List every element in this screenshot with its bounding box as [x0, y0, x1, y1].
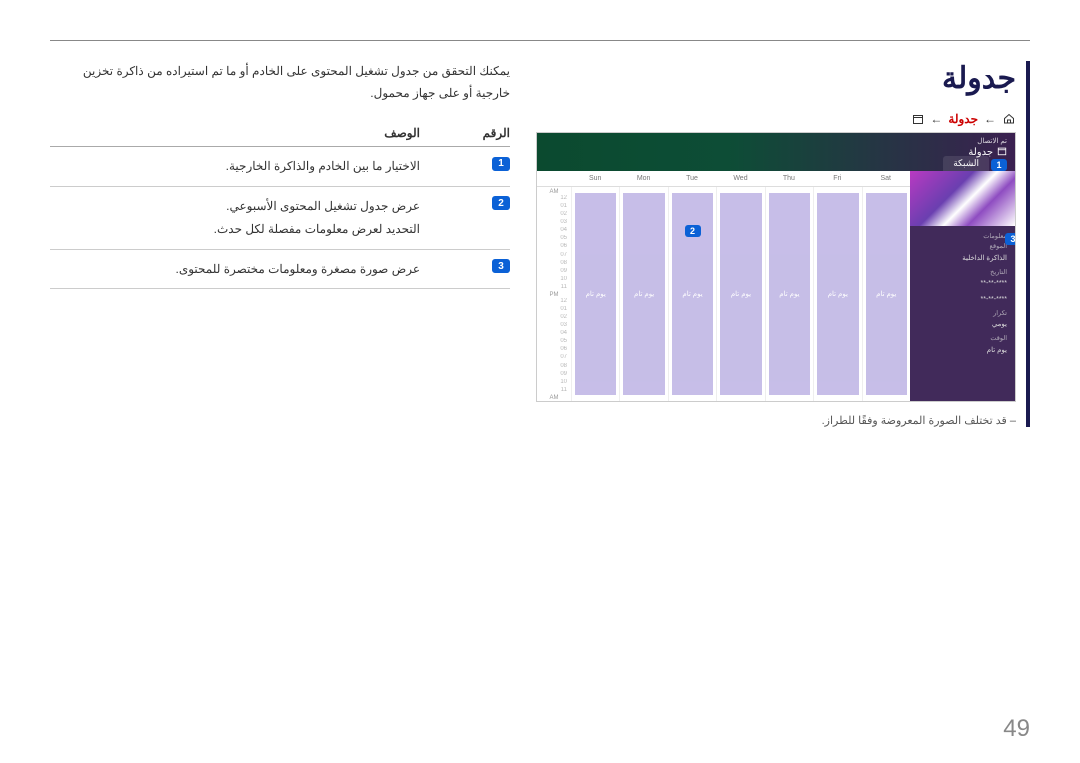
info-date-label: التاريخ: [918, 268, 1007, 278]
content-thumbnail: [910, 171, 1015, 226]
time-label: 09: [537, 371, 571, 379]
schedule-event[interactable]: يوم تام: [866, 193, 907, 395]
breadcrumb-step-schedule: جدولة: [948, 112, 978, 126]
time-label: 05: [537, 338, 571, 346]
time-label: 04: [537, 330, 571, 338]
info-time-label: الوقت: [918, 334, 1007, 344]
info-location-value: الذاكرة الداخلية: [918, 253, 1007, 264]
time-label: 11: [537, 284, 571, 292]
time-label: 03: [537, 219, 571, 227]
day-header: Sat: [862, 171, 910, 186]
table-row: 3 عرض صورة مصغرة ومعلومات مختصرة للمحتوى…: [50, 250, 510, 290]
time-label: 12: [537, 195, 571, 203]
time-label: 08: [537, 260, 571, 268]
row-number-badge: 2: [492, 196, 510, 210]
row-number-badge: 1: [492, 157, 510, 171]
row-number-badge: 3: [492, 259, 510, 273]
time-label: 02: [537, 211, 571, 219]
time-label: 12: [537, 298, 571, 306]
table-header-number: الرقم: [420, 126, 510, 140]
tab-network[interactable]: الشبكة: [943, 156, 989, 171]
schedule-event[interactable]: يوم تام: [817, 193, 858, 395]
callout-marker-3: 3: [1005, 233, 1016, 245]
time-label: 06: [537, 346, 571, 354]
info-panel: 3 معلومات الموقع الذاكرة الداخلية التاري…: [910, 171, 1015, 401]
info-date-value-1: ****-**-**: [918, 278, 1007, 289]
time-label: 03: [537, 322, 571, 330]
info-time-value: يوم تام: [918, 345, 1007, 356]
time-label: 01: [537, 306, 571, 314]
schedule-grid: Sun Mon Tue Wed Thu Fri Sat AM 12: [537, 171, 910, 401]
row-description: عرض جدول تشغيل المحتوى الأسبوعي. التحديد…: [50, 195, 420, 241]
callout-marker-1: 1: [991, 159, 1007, 171]
day-header: Fri: [813, 171, 861, 186]
schedule-event[interactable]: يوم تام: [769, 193, 810, 395]
table-row: 1 الاختيار ما بين الخادم والذاكرة الخارج…: [50, 147, 510, 187]
time-label: 06: [537, 243, 571, 251]
time-label: 02: [537, 314, 571, 322]
day-header: Thu: [765, 171, 813, 186]
description-table: الرقم الوصف 1 الاختيار ما بين الخادم وال…: [50, 120, 510, 289]
day-header: Tue: [668, 171, 716, 186]
page-title: جدولة: [540, 61, 1016, 96]
info-section-label: معلومات: [918, 232, 1007, 242]
time-label: 01: [537, 203, 571, 211]
schedule-screenshot: تم الاتصال جدولة 1 الشبكة: [536, 132, 1016, 402]
intro-text: يمكنك التحقق من جدول تشغيل المحتوى على ا…: [50, 61, 510, 104]
day-header: Wed: [716, 171, 764, 186]
chevron-left-icon: ←: [930, 112, 942, 126]
table-row: 2 عرض جدول تشغيل المحتوى الأسبوعي. التحد…: [50, 187, 510, 250]
row-description: الاختيار ما بين الخادم والذاكرة الخارجية…: [50, 155, 420, 178]
schedule-event[interactable]: يوم تام: [623, 193, 664, 395]
calendar-icon: [912, 113, 924, 125]
info-location-label: الموقع: [918, 242, 1007, 252]
page-number: 49: [1003, 715, 1030, 743]
table-header-description: الوصف: [50, 126, 420, 140]
day-header: Mon: [619, 171, 667, 186]
breadcrumb: ← جدولة ←: [540, 112, 1016, 126]
time-label: 10: [537, 276, 571, 284]
time-label: 10: [537, 379, 571, 387]
time-am-label: AM: [537, 395, 571, 401]
time-label: 09: [537, 268, 571, 276]
time-label: 05: [537, 235, 571, 243]
row-description: عرض صورة مصغرة ومعلومات مختصرة للمحتوى.: [50, 258, 420, 281]
schedule-event[interactable]: يوم تام: [672, 193, 713, 395]
time-label: 07: [537, 354, 571, 362]
info-repeat-label: تكرار: [918, 309, 1007, 319]
home-icon: [1002, 113, 1016, 125]
day-header: Sun: [571, 171, 619, 186]
schedule-event[interactable]: يوم تام: [720, 193, 761, 395]
time-label: 04: [537, 227, 571, 235]
callout-marker-2: 2: [685, 225, 701, 237]
schedule-event[interactable]: يوم تام: [575, 193, 616, 395]
info-repeat-value: يومي: [918, 319, 1007, 330]
time-label: 07: [537, 252, 571, 260]
info-date-value-2: ****-**-**: [918, 294, 1007, 305]
chevron-left-icon: ←: [984, 112, 996, 126]
time-label: 11: [537, 387, 571, 395]
status-connected: تم الاتصال: [977, 137, 1007, 145]
model-note: قد تختلف الصورة المعروضة وفقًا للطراز.: [540, 414, 1016, 427]
time-label: 08: [537, 363, 571, 371]
